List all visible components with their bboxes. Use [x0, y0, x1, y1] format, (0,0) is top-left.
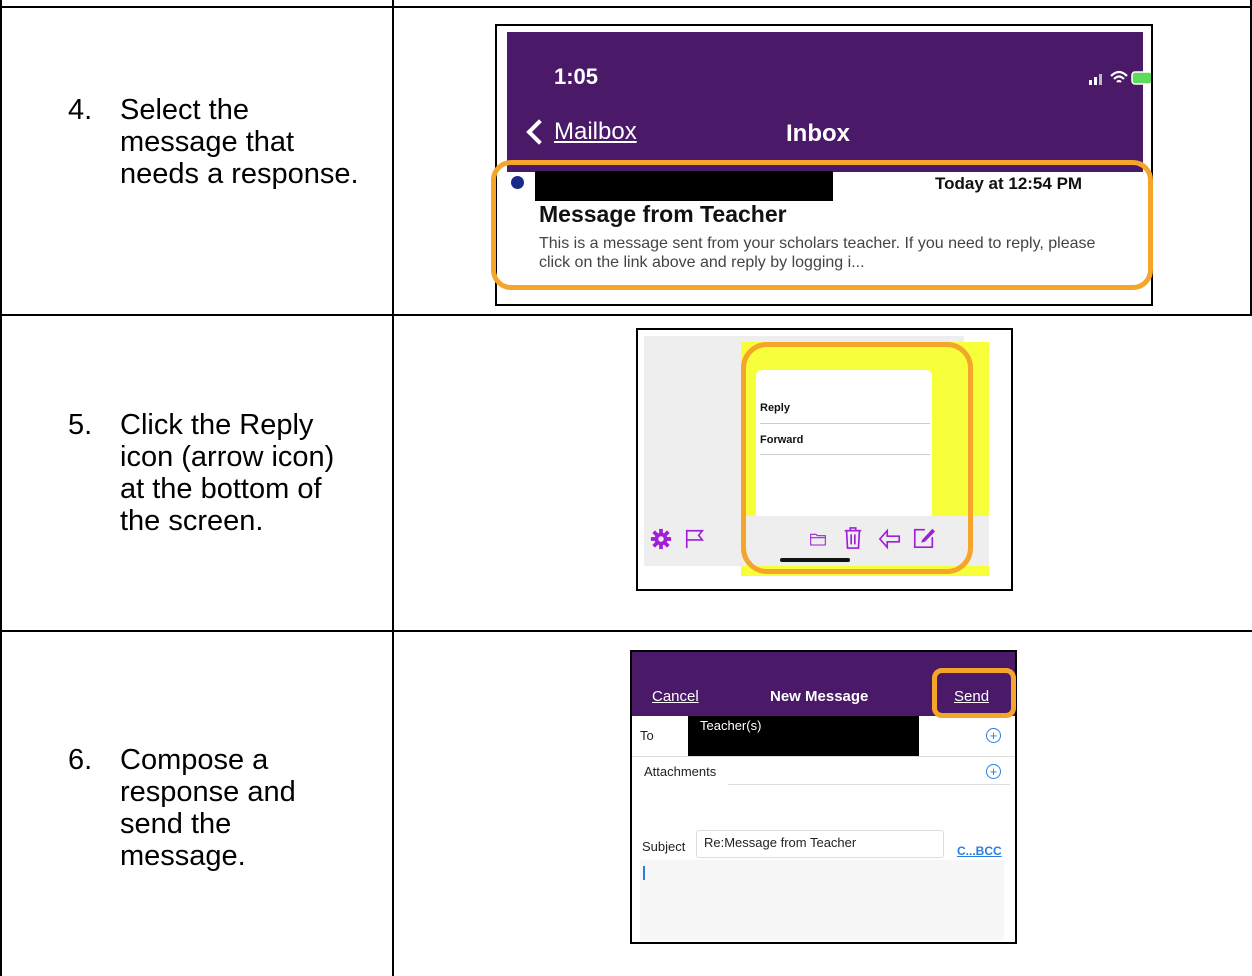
step-number: 6.	[68, 744, 93, 776]
step-number: 5.	[68, 409, 93, 441]
inbox-header-bar	[507, 32, 1143, 172]
table-border-left	[0, 0, 2, 976]
highlight-message	[491, 160, 1153, 290]
mailbox-back-button[interactable]: Mailbox	[524, 118, 637, 146]
row-divider-1	[0, 314, 1252, 316]
table-column-divider	[392, 0, 394, 976]
inbox-title: Inbox	[786, 120, 850, 147]
field-divider	[728, 784, 1010, 785]
status-icons	[1089, 70, 1151, 85]
step-number: 4.	[68, 94, 93, 126]
subject-label: Subject	[642, 839, 686, 854]
mailbox-back-label: Mailbox	[554, 118, 637, 145]
cancel-button[interactable]: Cancel	[652, 688, 699, 705]
add-recipient-icon[interactable]: +	[986, 728, 1001, 743]
message-body-field[interactable]	[640, 860, 1004, 940]
field-divider	[632, 756, 1015, 757]
text-cursor	[643, 866, 645, 880]
highlight-reply-menu	[741, 342, 973, 574]
compose-title: New Message	[770, 688, 869, 705]
flag-icon[interactable]	[684, 528, 706, 550]
to-label: To	[640, 728, 654, 743]
row-divider-2	[0, 630, 1252, 632]
to-value[interactable]: Teacher(s)	[700, 718, 761, 733]
add-attachment-icon[interactable]: +	[986, 764, 1001, 779]
table-border-top	[0, 6, 1252, 8]
cc-bcc-link[interactable]: C...BCC	[957, 844, 1002, 858]
subject-value: Re:Message from Teacher	[704, 835, 857, 850]
step-text: Select the message that needs a response…	[120, 94, 359, 190]
step-text: Compose a response and send the message.	[120, 744, 296, 872]
step-text: Click the Reply icon (arrow icon) at the…	[120, 409, 335, 537]
highlight-send-button	[932, 668, 1016, 718]
status-time: 1:05	[554, 64, 599, 89]
attachments-label: Attachments	[644, 764, 717, 779]
gear-icon[interactable]	[650, 528, 672, 550]
chevron-left-icon	[526, 119, 552, 145]
